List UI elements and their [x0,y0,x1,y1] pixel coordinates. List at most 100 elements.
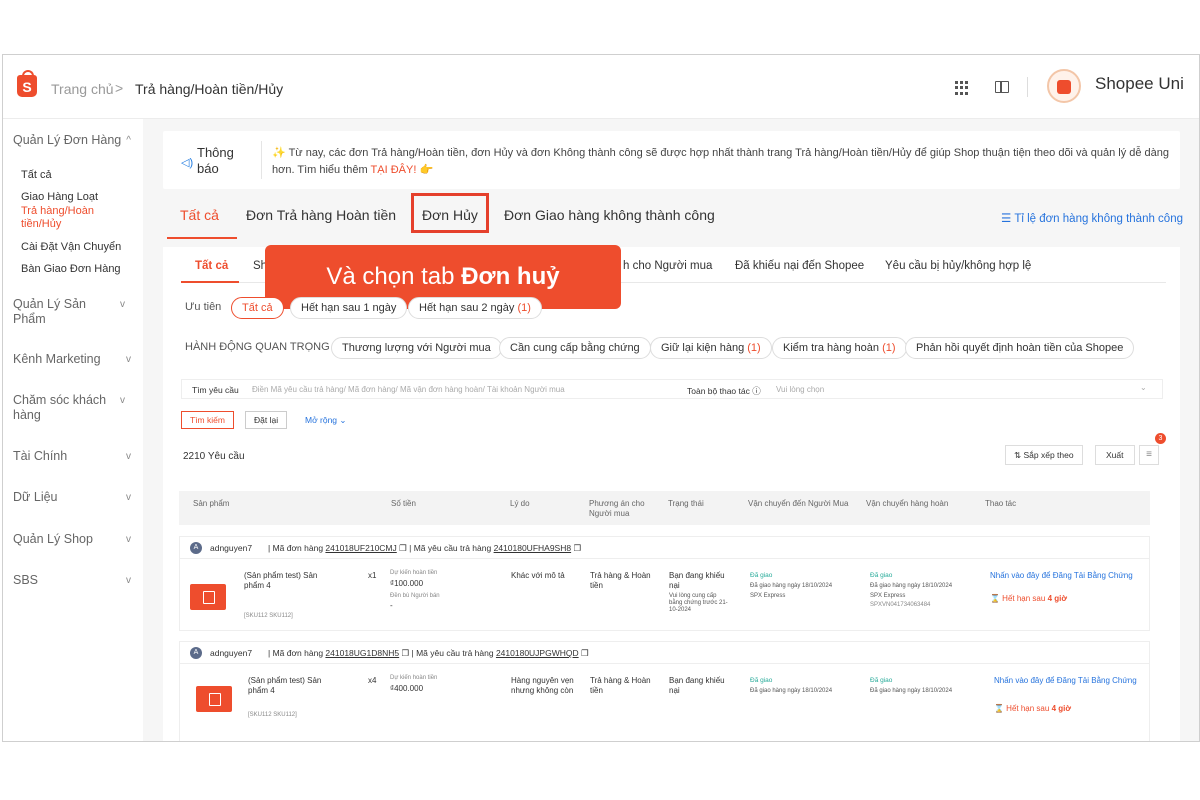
tab-all[interactable]: Tất cả [180,207,219,223]
notice-text: ✨ Từ nay, các đơn Trả hàng/Hoàn tiền, đơ… [272,147,1170,176]
breadcrumb-home[interactable]: Trang chủ [51,81,114,97]
export-button[interactable]: Xuất [1095,445,1135,465]
shopee-uni-label[interactable]: Shopee Uni [1095,74,1184,94]
chevron-down-icon: v [126,451,131,462]
priority-pill-1day[interactable]: Hết hạn sau 1 ngày [290,297,408,319]
solution: Trả hàng & Hoàn tiền [590,676,651,695]
main-tabs: Tất cả Đơn Trả hàng Hoàn tiền Đơn Hủy Đơ… [163,193,1183,245]
subtab-disputed[interactable]: Đã khiếu nại đến Shopee [735,260,864,272]
compensation: - [390,601,393,610]
chevron-down-icon: v [126,575,131,586]
tab-cancelled-highlight [411,193,489,233]
sidebar-group-products[interactable]: Quản Lý Sản Phẩm v [13,297,125,327]
sort-button[interactable]: ⇅ Sắp xếp theo [1005,445,1083,465]
product-name[interactable]: (Sản phẩm test) Sản phẩm 4 [244,571,334,591]
action-pill-negotiate[interactable]: Thương lượng với Người mua [331,337,502,359]
copy-icon[interactable]: ❐ [573,543,581,553]
priority-pill-2day[interactable]: Hết hạn sau 2 ngày (1) [408,297,542,319]
buyer-name[interactable]: adnguyen7 [210,648,252,658]
chevron-down-icon: v [126,534,131,545]
action-filter-label: Toàn bộ thao tác ⓘ [687,386,761,396]
avatar: A [190,647,202,659]
ship-date: Đã giao hàng ngày 18/10/2024 [750,688,833,694]
sidebar-group-data[interactable]: Dữ Liệu v [13,490,131,505]
deadline: ⌛ Hết hạn sau 4 giờ [994,704,1072,713]
actions-label: HÀNH ĐỘNG QUAN TRỌNG [185,341,330,353]
product-thumbnail[interactable] [190,584,226,610]
top-bar: S Trang chủ > Trả hàng/Hoàn tiền/Hủy Sho… [3,55,1199,119]
return-date: Đã giao hàng ngày 18/10/2024 [870,688,953,694]
col-solution: Phương án cho Người mua [589,499,645,518]
order-id-link[interactable]: 241018UG1D8NH5 [325,648,399,658]
ship-status: Đã giao [750,677,773,684]
product-name[interactable]: (Sản phẩm test) Sản phẩm 4 [248,676,338,696]
subtab-invalid[interactable]: Yêu cầu bị hủy/không hợp lệ [885,260,1031,272]
action-pill-inspect[interactable]: Kiểm tra hàng hoàn (1) [772,337,907,359]
divider [261,141,262,179]
action-pill-refund-decision[interactable]: Phản hồi quyết định hoàn tiền của Shopee [905,337,1135,359]
tab-failed-delivery[interactable]: Đơn Giao hàng không thành công [504,207,715,223]
action-pill-evidence[interactable]: Cần cung cấp bằng chứng [499,337,651,359]
list-view-icon[interactable]: ≡ [1139,445,1159,465]
sidebar-item-all[interactable]: Tất cả [21,169,131,182]
tab-return-refund[interactable]: Đơn Trả hàng Hoàn tiền [246,207,396,223]
search-input[interactable]: Điền Mã yêu cầu trả hàng/ Mã đơn hàng/ M… [252,385,565,394]
subtab-all[interactable]: Tất cả [195,260,228,272]
divider [1027,77,1028,97]
copy-icon[interactable]: ❐ [399,543,407,553]
priority-pill-all[interactable]: Tất cả [231,297,284,319]
col-actions: Thao tác [985,499,1017,508]
sidebar-item-handover[interactable]: Bàn Giao Đơn Hàng [21,263,131,276]
request-id-link[interactable]: 2410180UFHA9SH8 [494,543,572,553]
return-status: Đã giao [870,572,893,579]
order-id-link[interactable]: 241018UF210CMJ [325,543,396,553]
sidebar-item-returns[interactable]: Trả hàng/Hoàn tiền/Hủy [21,205,119,231]
requests-panel: Tất cả Sh h cho Người mua Đã khiếu nại đ… [163,245,1180,741]
ship-carrier: SPX Express [750,593,786,599]
shopee-logo-icon[interactable]: S [17,70,37,97]
book-icon[interactable] [995,81,1009,93]
active-subtab-indicator [181,281,239,283]
notice-label: Thông báo [197,145,234,176]
apps-grid-icon[interactable] [955,81,969,95]
sidebar-group-marketing[interactable]: Kênh Marketing v [13,352,131,367]
shopee-uni-avatar[interactable] [1047,69,1081,103]
sidebar-item-bulk-shipping[interactable]: Giao Hàng Loạt [21,191,131,204]
expand-button[interactable]: Mở rộng ⌄ [305,415,347,426]
pointing-hand-icon: 👉 [419,164,434,176]
sidebar-item-shipping-settings[interactable]: Cài Đặt Vận Chuyển [21,241,131,254]
request-id-link[interactable]: 2410180UJPGWHQD [496,648,579,658]
amount-label: Dự kiến hoàn tiền [390,675,438,681]
search-button[interactable]: Tìm kiếm [181,411,234,429]
chevron-down-icon: v [126,492,131,503]
notice-link[interactable]: TẠI ĐÂY! [371,164,417,176]
order-card: A adnguyen7 | Mã đơn hàng 241018UG1D8NH5… [179,641,1150,741]
return-tracking[interactable]: SPXVN041734063484 [870,602,930,609]
upload-evidence-link[interactable]: Nhấn vào đây để Đăng Tải Bằng Chứng [990,571,1146,581]
sidebar-group-orders[interactable]: Quản Lý Đơn Hàng ^ [13,133,131,148]
sidebar-group-sbs[interactable]: SBS v [13,573,131,588]
buyer-name[interactable]: adnguyen7 [210,543,252,553]
copy-icon[interactable]: ❐ [581,648,589,658]
sidebar-group-shop[interactable]: Quản Lý Shop v [13,532,131,547]
reason: Khác với mô tả [511,571,565,580]
breadcrumb-separator: > [115,80,124,96]
copy-icon[interactable]: ❐ [402,648,410,658]
order-ids: | Mã đơn hàng 241018UG1D8NH5 ❐ | Mã yêu … [268,648,589,658]
upload-evidence-link[interactable]: Nhấn vào đây để Đăng Tải Bằng Chứng [994,676,1150,686]
active-tab-indicator [167,237,237,239]
chevron-down-icon: v [120,395,125,406]
failed-rate-link[interactable]: ☰ Tỉ lệ đơn hàng không thành công [1001,211,1183,225]
action-pill-keep[interactable]: Giữ lại kiện hàng (1) [650,337,772,359]
action-filter-select[interactable]: Vui lòng chọn [776,385,824,394]
table-header: Sản phẩm Số tiền Lý do Phương án cho Ngư… [179,491,1150,525]
amount: ₫100.000 [390,579,424,588]
status-note: Vui lòng cung cấp bằng chứng trước 21-10… [669,593,728,613]
chevron-down-icon[interactable]: ⌄ [1140,383,1147,392]
chevron-down-icon: v [120,299,125,310]
sidebar-group-finance[interactable]: Tài Chính v [13,449,131,464]
sidebar-group-customer-care[interactable]: Chăm sóc khách hàng v [13,393,125,423]
subtab-buyer[interactable]: h cho Người mua [623,260,712,272]
reset-button[interactable]: Đặt lại [245,411,288,429]
product-thumbnail[interactable] [196,686,232,712]
